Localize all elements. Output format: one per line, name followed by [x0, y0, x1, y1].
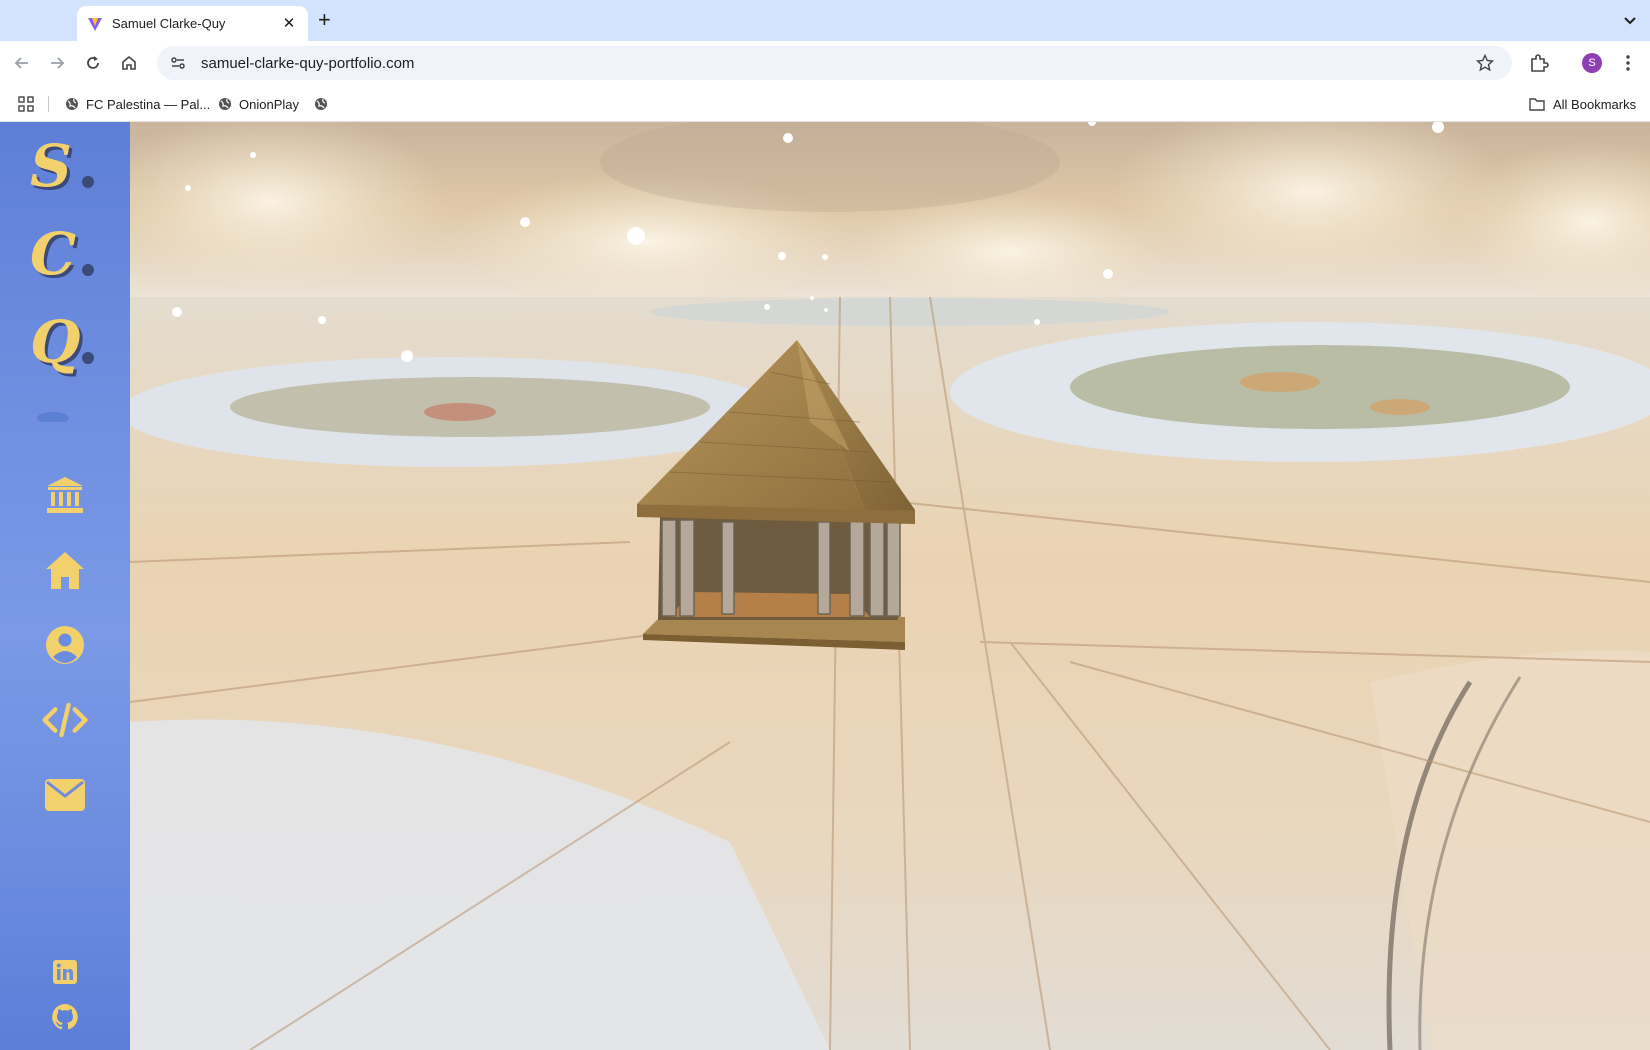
all-bookmarks-label: All Bookmarks — [1553, 96, 1637, 112]
museum-icon — [47, 477, 83, 513]
bookmark-onionplay[interactable]: OnionPlay — [218, 94, 299, 114]
tab-title: Samuel Clarke-Quy — [112, 16, 226, 31]
bookmarks-bar: FC Palestina — Pal... OnionPlay All Book… — [0, 86, 1650, 122]
tab-search-chevron-icon[interactable] — [1620, 12, 1640, 30]
folder-icon — [1529, 98, 1545, 111]
vite-favicon-icon — [88, 17, 102, 31]
contact-nav-button[interactable] — [42, 772, 88, 818]
tab-strip: Samuel Clarke-Quy ✕ + — [0, 0, 1650, 41]
site-info-icon[interactable] — [169, 54, 189, 72]
profile-avatar[interactable]: S — [1582, 53, 1602, 73]
arrow-left-icon — [14, 57, 28, 69]
mosaic-flower — [1370, 399, 1430, 415]
logo-letter: C — [30, 220, 77, 288]
logo-dot — [82, 264, 94, 276]
tab-close-icon[interactable]: ✕ — [280, 15, 298, 33]
home-nav-button[interactable] — [42, 547, 88, 593]
apps-grid-icon[interactable] — [17, 95, 35, 113]
browser-toolbar: samuel-clarke-quy-portfolio.com S — [0, 41, 1650, 86]
mosaic-medallion-far — [650, 298, 1170, 326]
logo-dot — [82, 176, 94, 188]
code-icon — [42, 702, 88, 738]
bookmark-label: OnionPlay — [239, 96, 299, 112]
globe-icon — [219, 98, 231, 110]
home-button[interactable] — [118, 52, 140, 74]
logo-s[interactable]: S — [30, 134, 102, 198]
logo-dot — [82, 352, 94, 364]
bookmark-fc-palestina[interactable]: FC Palestina — Pal... — [65, 94, 210, 114]
mosaic-medallion-right-inner — [1070, 345, 1570, 429]
bookmark-label: FC Palestina — Pal... — [86, 96, 211, 112]
projects-nav-button[interactable] — [42, 697, 88, 743]
temple-floor-mosaic — [670, 592, 870, 617]
profile-icon — [46, 626, 84, 664]
about-nav-button[interactable] — [42, 622, 88, 668]
logo-letter: S — [30, 132, 72, 200]
url-text[interactable]: samuel-clarke-quy-portfolio.com — [201, 55, 1476, 72]
more-vertical-icon[interactable] — [1621, 53, 1635, 73]
linkedin-icon — [53, 960, 77, 984]
reload-button[interactable] — [82, 52, 104, 74]
all-bookmarks-button[interactable]: All Bookmarks — [1529, 94, 1636, 114]
github-link[interactable] — [50, 1002, 80, 1032]
mosaic-flower — [1240, 372, 1320, 392]
new-tab-button[interactable]: + — [318, 9, 331, 31]
page-viewport: S C Q — [0, 122, 1650, 1050]
forward-button[interactable] — [46, 52, 68, 74]
bookmark-untitled[interactable] — [314, 94, 335, 114]
home-outline-icon — [122, 55, 136, 70]
github-icon — [52, 1004, 78, 1030]
sidebar: S C Q — [0, 122, 130, 1050]
active-tab[interactable]: Samuel Clarke-Quy ✕ — [77, 6, 308, 41]
reload-icon — [87, 56, 99, 69]
mail-icon — [45, 779, 85, 811]
decorative-cloud-icon — [37, 412, 69, 422]
address-bar[interactable]: samuel-clarke-quy-portfolio.com — [157, 46, 1512, 80]
linkedin-link[interactable] — [50, 957, 80, 987]
bookmarks-separator — [48, 96, 49, 112]
museum-nav-button[interactable] — [42, 472, 88, 518]
globe-icon — [66, 98, 78, 110]
logo-letter: Q — [30, 308, 81, 376]
back-button[interactable] — [11, 52, 33, 74]
bookmark-star-icon[interactable] — [1476, 54, 1496, 72]
extensions-puzzle-icon[interactable] — [1528, 52, 1550, 74]
arrow-right-icon — [51, 57, 65, 69]
globe-icon — [315, 98, 327, 110]
logo-c[interactable]: C — [30, 222, 102, 286]
temple-3d-scene[interactable] — [130, 122, 1650, 1050]
home-icon — [46, 552, 84, 589]
mosaic-flower — [424, 403, 496, 421]
logo-q[interactable]: Q — [30, 310, 102, 374]
